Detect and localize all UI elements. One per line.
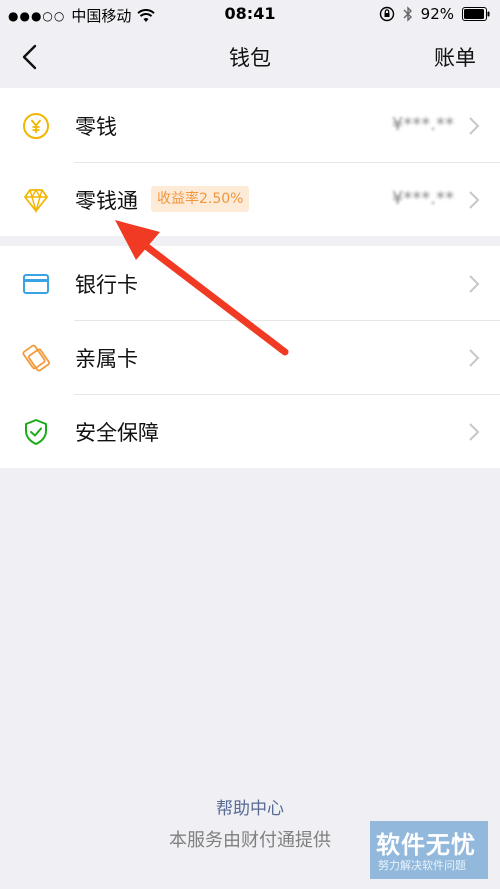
- chevron-right-icon: [469, 117, 480, 135]
- list-item-family-card[interactable]: 亲属卡: [0, 320, 500, 394]
- yield-badge: 收益率2.50%: [151, 186, 250, 212]
- page-title: 钱包: [229, 46, 271, 70]
- list-item-bank-card[interactable]: 银行卡: [0, 246, 500, 320]
- chevron-right-icon: [469, 275, 480, 293]
- watermark-title: 软件无忧: [376, 831, 476, 859]
- list-item-label: 安全保障: [75, 421, 159, 445]
- chevron-right-icon: [469, 423, 480, 441]
- balance-section: 零钱 ¥***.** 零钱通 收益率2.50% ¥***.**: [0, 88, 500, 236]
- diamond-icon: [24, 188, 48, 214]
- cards-section: 银行卡 亲属卡 安全保障: [0, 246, 500, 468]
- navigation-bar: 钱包 账单: [0, 28, 500, 86]
- bluetooth-icon: [403, 6, 412, 22]
- list-item-label: 亲属卡: [75, 347, 138, 371]
- bank-card-icon: [23, 274, 49, 294]
- list-item-label: 零钱: [75, 115, 117, 139]
- family-card-icon: [22, 344, 50, 372]
- chevron-right-icon: [469, 349, 480, 367]
- list-item-security[interactable]: 安全保障: [0, 394, 500, 468]
- list-item-label: 银行卡: [75, 273, 138, 297]
- site-watermark: 软件无忧 努力解决软件问题: [370, 821, 488, 879]
- chevron-right-icon: [469, 191, 480, 209]
- help-center-link[interactable]: 帮助中心: [0, 794, 500, 819]
- orientation-lock-icon: [379, 6, 394, 22]
- balance-value: ¥***.**: [391, 188, 454, 209]
- watermark-subtitle: 努力解决软件问题: [378, 859, 466, 872]
- yuan-coin-icon: [23, 113, 49, 139]
- list-item-change[interactable]: 零钱 ¥***.**: [0, 88, 500, 162]
- list-item-label: 零钱通: [75, 189, 138, 213]
- list-item-lqt[interactable]: 零钱通 收益率2.50% ¥***.**: [0, 162, 500, 236]
- battery-icon: [462, 7, 490, 21]
- balance-value: ¥***.**: [391, 114, 454, 135]
- status-bar: ●●●○○ 中国移动 08:41 92%: [0, 0, 500, 28]
- shield-check-icon: [25, 419, 47, 445]
- battery-percent: 92%: [420, 5, 454, 23]
- bill-button[interactable]: 账单: [434, 42, 476, 72]
